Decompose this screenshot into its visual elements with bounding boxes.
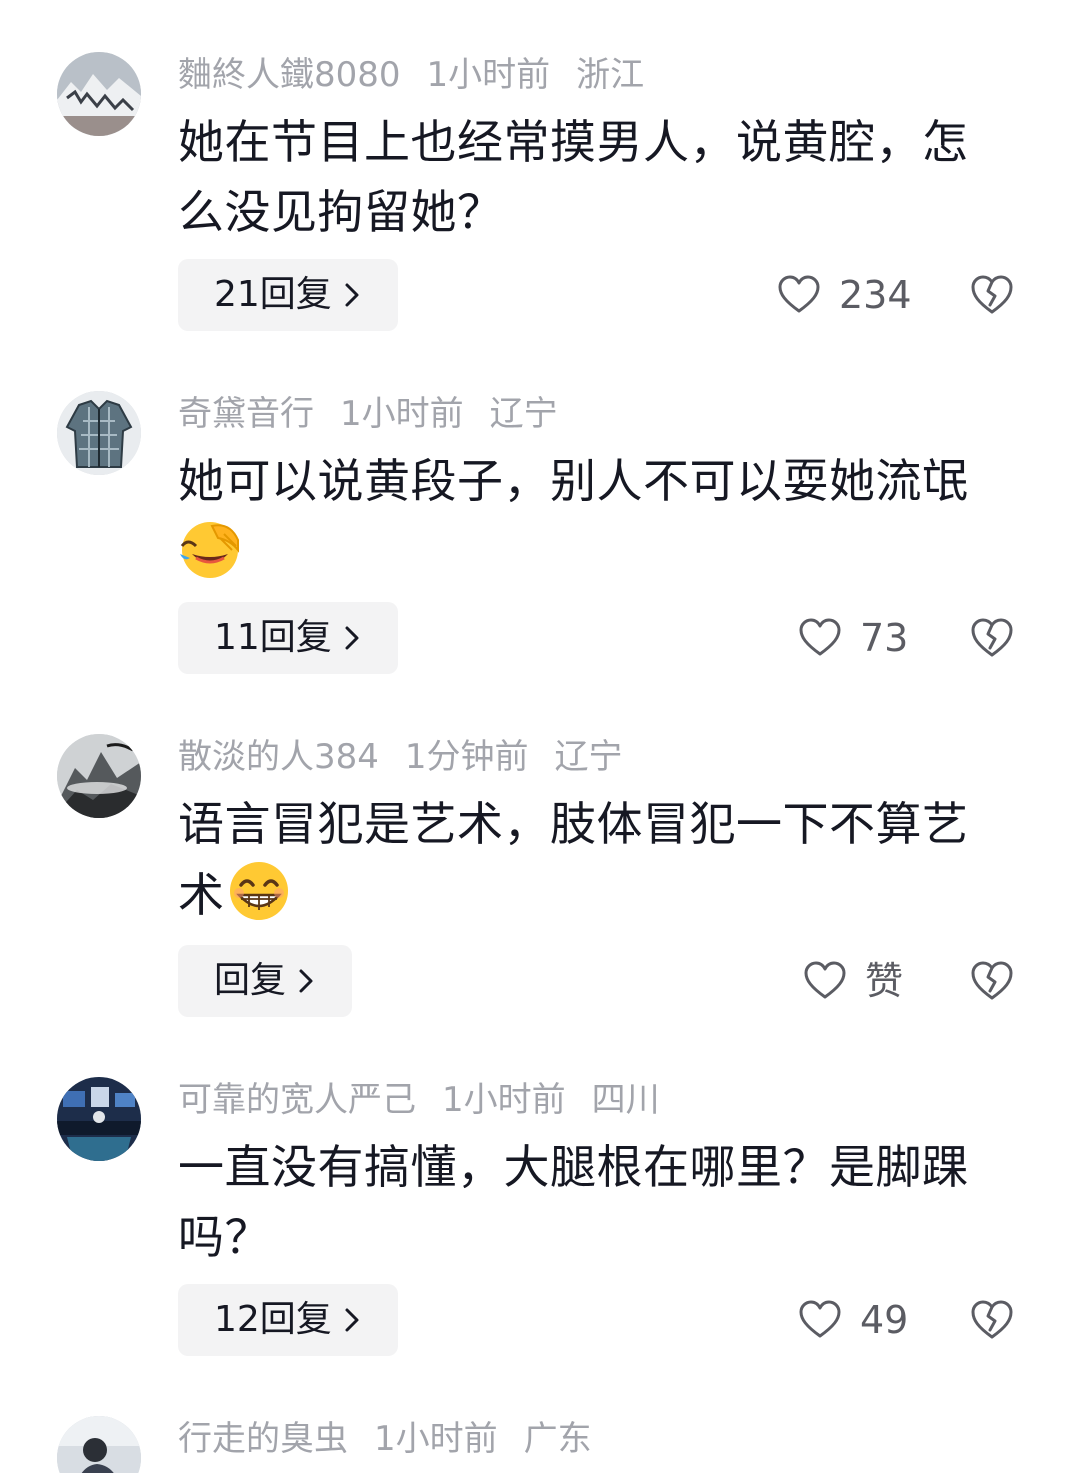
comment-meta: 麯終人鐵8080 1小时前 浙江 (178, 50, 670, 100)
avatar[interactable] (57, 1077, 141, 1161)
location: 辽宁 (489, 394, 558, 434)
heart-outline-icon (804, 961, 846, 999)
timestamp: 1小时前 (340, 394, 464, 434)
like-count: 73 (860, 616, 909, 660)
chevron-right-icon (345, 626, 359, 650)
comment-text-content: 一直没有搞懂，大腿根在哪里？是脚踝吗？ (178, 1140, 969, 1264)
like-count: 赞 (865, 959, 904, 1003)
location: 浙江 (576, 55, 645, 95)
timestamp: 1分钟前 (404, 737, 529, 777)
location: 辽宁 (554, 737, 623, 777)
like-button[interactable]: 赞 (803, 945, 903, 1017)
timestamp: 1小时前 (374, 1419, 498, 1459)
view-replies-button[interactable]: 12回复 (178, 1284, 398, 1356)
like-count: 234 (839, 273, 912, 317)
broken-heart-icon[interactable] (969, 1297, 1015, 1343)
broken-heart-icon[interactable] (969, 958, 1015, 1004)
location: 广东 (523, 1419, 592, 1459)
username[interactable]: 可靠的宽人严己 (178, 1080, 416, 1120)
like-button[interactable]: 234 (777, 259, 912, 331)
comment-text[interactable]: 一直没有搞懂，大腿根在哪里？是脚踝吗？ (178, 1132, 998, 1272)
heart-outline-icon (799, 618, 841, 656)
reply-label: 21回复 (214, 274, 332, 315)
view-replies-button[interactable]: 11回复 (178, 602, 398, 674)
view-replies-button[interactable]: 21回复 (178, 259, 398, 331)
reply-label: 回复 (214, 960, 287, 1001)
comment-text-content: 语言冒犯是艺术，肢体冒犯一下不算艺术 (178, 797, 969, 922)
username[interactable]: 麯終人鐵8080 (178, 55, 401, 95)
timestamp: 1小时前 (426, 55, 551, 95)
comment-meta: 行走的臭虫 1小时前 广东 (178, 1414, 618, 1464)
comment-meta: 可靠的宽人严己 1小时前 四川 (178, 1075, 686, 1125)
broken-heart-icon[interactable] (969, 615, 1015, 661)
like-button[interactable]: 49 (798, 1284, 908, 1356)
broken-heart-icon[interactable] (969, 272, 1015, 318)
chevron-right-icon (299, 969, 313, 993)
avatar[interactable] (57, 391, 141, 475)
location: 四川 (591, 1080, 660, 1120)
avatar[interactable] (57, 734, 141, 818)
heart-outline-icon (799, 1300, 841, 1338)
username[interactable]: 奇黛音行 (178, 394, 314, 434)
like-button[interactable]: 73 (798, 602, 908, 674)
reply-button[interactable]: 回复 (178, 945, 353, 1017)
chevron-right-icon (345, 283, 359, 307)
avatar[interactable] (57, 52, 141, 136)
username[interactable]: 散淡的人384 (178, 737, 379, 777)
grinning-emoji (229, 862, 288, 920)
reply-label: 11回复 (214, 617, 332, 658)
heart-outline-icon (778, 275, 820, 313)
comment-text-content: 她在节目上也经常摸男人，说黄腔，怎么没见拘留她？ (178, 115, 969, 239)
avatar[interactable] (57, 1416, 141, 1473)
reply-label: 12回复 (214, 1299, 332, 1340)
chevron-right-icon (345, 1308, 359, 1332)
comment-text[interactable]: 语言冒犯是艺术，肢体冒犯一下不算艺术 (178, 789, 998, 930)
comment-meta: 散淡的人384 1分钟前 辽宁 (178, 732, 649, 782)
like-count: 49 (860, 1298, 909, 1342)
username[interactable]: 行走的臭虫 (178, 1419, 348, 1459)
comment-text[interactable]: 她可以说黄段子，别人不可以耍她流氓 (178, 446, 998, 587)
comment-text[interactable]: 她在节目上也经常摸男人，说黄腔，怎么没见拘留她？ (178, 107, 998, 247)
timestamp: 1小时前 (442, 1080, 566, 1120)
laughing-tears-emoji (180, 522, 239, 578)
comment-text-content: 她可以说黄段子，别人不可以耍她流氓 (178, 454, 969, 508)
comment-meta: 奇黛音行 1小时前 辽宁 (178, 389, 584, 439)
